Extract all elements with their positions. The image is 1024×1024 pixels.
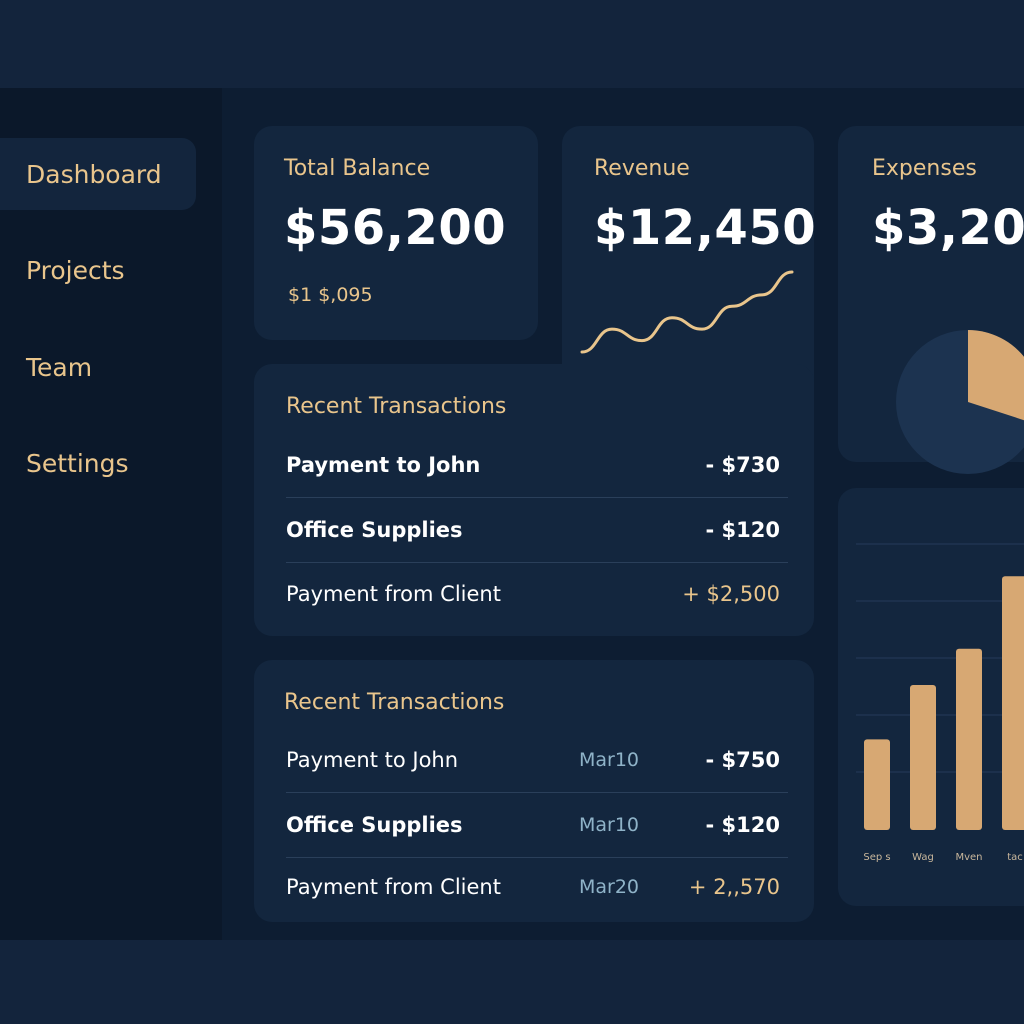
revenue-value: $12,450 xyxy=(594,200,817,256)
total-balance-subvalue: $1 $,095 xyxy=(288,284,373,306)
table-row[interactable]: Office Supplies - $120 xyxy=(286,498,788,563)
x-tick-label: Wag xyxy=(912,852,934,863)
transaction-name: Payment from Client xyxy=(286,875,501,899)
transaction-date: Mar10 xyxy=(579,749,640,771)
transaction-amount: - $120 xyxy=(705,518,780,542)
card-title: Total Balance xyxy=(284,156,431,181)
transaction-name: Office Supplies xyxy=(286,518,463,542)
bar-chart: Sep s Wag Mven tac xyxy=(856,543,1024,863)
transaction-amount: - $120 xyxy=(705,813,780,837)
bar-chart-card: Sep s Wag Mven tac xyxy=(838,488,1024,906)
sidebar-item-team[interactable]: Team xyxy=(0,331,196,403)
transaction-name: Office Supplies xyxy=(286,813,463,837)
table-row[interactable]: Payment to John - $730 xyxy=(286,433,788,498)
bar xyxy=(956,648,982,830)
table-row[interactable]: Office Supplies Mar10 - $120 xyxy=(286,793,788,858)
transaction-amount: - $730 xyxy=(705,453,780,477)
x-tick-label: Mven xyxy=(955,852,982,863)
main-content: Total Balance $56,200 $1 $,095 Revenue $… xyxy=(222,88,1024,940)
revenue-series-line xyxy=(580,270,794,354)
recent-transactions-card: Recent Transactions Payment to John - $7… xyxy=(254,364,814,636)
x-tick-label: Sep s xyxy=(863,852,890,863)
sidebar: Dashboard Projects Team Settings xyxy=(0,88,222,940)
expenses-value: $3,200 xyxy=(872,200,1024,256)
sidebar-item-projects[interactable]: Projects xyxy=(0,234,196,306)
sidebar-item-label: Settings xyxy=(26,448,129,478)
sidebar-item-label: Projects xyxy=(26,255,125,285)
sidebar-item-settings[interactable]: Settings xyxy=(0,427,196,499)
x-tick-label: tac xyxy=(1007,852,1023,863)
bar xyxy=(864,739,890,830)
transaction-name: Payment from Client xyxy=(286,582,501,606)
expenses-card[interactable]: Expenses $3,200 xyxy=(838,126,1024,474)
transaction-date: Mar10 xyxy=(579,814,640,836)
transaction-amount: - $750 xyxy=(705,748,780,772)
expenses-pie-chart xyxy=(896,330,1024,474)
recent-transactions-card-detailed: Recent Transactions Payment to John Mar1… xyxy=(254,660,814,922)
table-row[interactable]: Payment from Client Mar20 + 2,,570 xyxy=(286,855,788,919)
table-row[interactable]: Payment to John Mar10 - $750 xyxy=(286,728,788,793)
sidebar-item-label: Team xyxy=(26,352,93,382)
transaction-name: Payment to John xyxy=(286,748,459,772)
transaction-name: Payment to John xyxy=(286,453,481,477)
transaction-amount: + $2,500 xyxy=(682,582,780,606)
transaction-amount: + 2,,570 xyxy=(688,875,780,899)
bar xyxy=(910,685,936,830)
card-title: Expenses xyxy=(872,156,977,181)
recent-transactions-title: Recent Transactions xyxy=(284,690,505,715)
bottom-bar xyxy=(0,940,1024,1024)
total-balance-value: $56,200 xyxy=(284,200,507,256)
top-bar xyxy=(0,0,1024,88)
sidebar-item-label: Dashboard xyxy=(26,159,162,189)
table-row[interactable]: Payment from Client + $2,500 xyxy=(286,562,788,626)
transaction-date: Mar20 xyxy=(579,876,640,898)
total-balance-card[interactable]: Total Balance $56,200 $1 $,095 xyxy=(254,126,538,340)
recent-transactions-title: Recent Transactions xyxy=(286,394,507,419)
bar xyxy=(1002,576,1024,830)
revenue-line-chart xyxy=(580,270,794,354)
card-title: Revenue xyxy=(594,156,690,181)
sidebar-item-dashboard[interactable]: Dashboard xyxy=(0,138,196,210)
